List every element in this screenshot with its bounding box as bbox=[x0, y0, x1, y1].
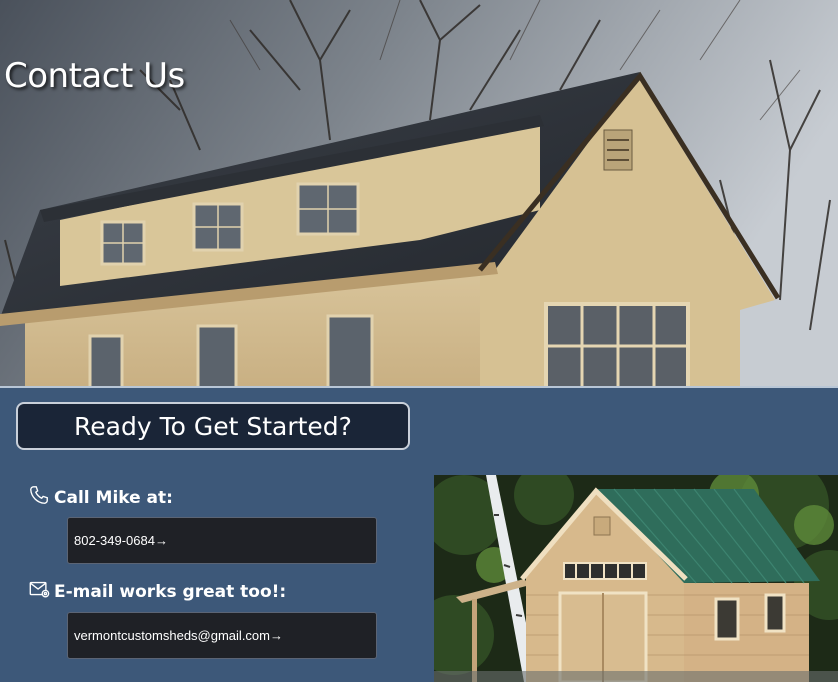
phone-icon bbox=[28, 484, 54, 511]
shed-photo bbox=[434, 475, 838, 682]
email-label-row: E-mail works great too!: bbox=[28, 578, 286, 605]
email-address-button[interactable]: vermontcustomsheds@gmail.com→ bbox=[67, 612, 377, 659]
get-started-button[interactable]: Ready To Get Started? bbox=[16, 402, 410, 450]
phone-label: Call Mike at: bbox=[54, 487, 173, 508]
contact-section: Ready To Get Started? Call Mike at: 802-… bbox=[0, 388, 838, 682]
email-label: E-mail works great too!: bbox=[54, 581, 287, 602]
email-icon bbox=[28, 578, 54, 605]
green-roof-shed-image bbox=[434, 475, 838, 682]
phone-label-row: Call Mike at: bbox=[28, 484, 173, 511]
hero-banner: Contact Us bbox=[0, 0, 838, 386]
phone-number-button[interactable]: 802-349-0684→ bbox=[67, 517, 377, 564]
page-title: Contact Us bbox=[4, 56, 185, 96]
